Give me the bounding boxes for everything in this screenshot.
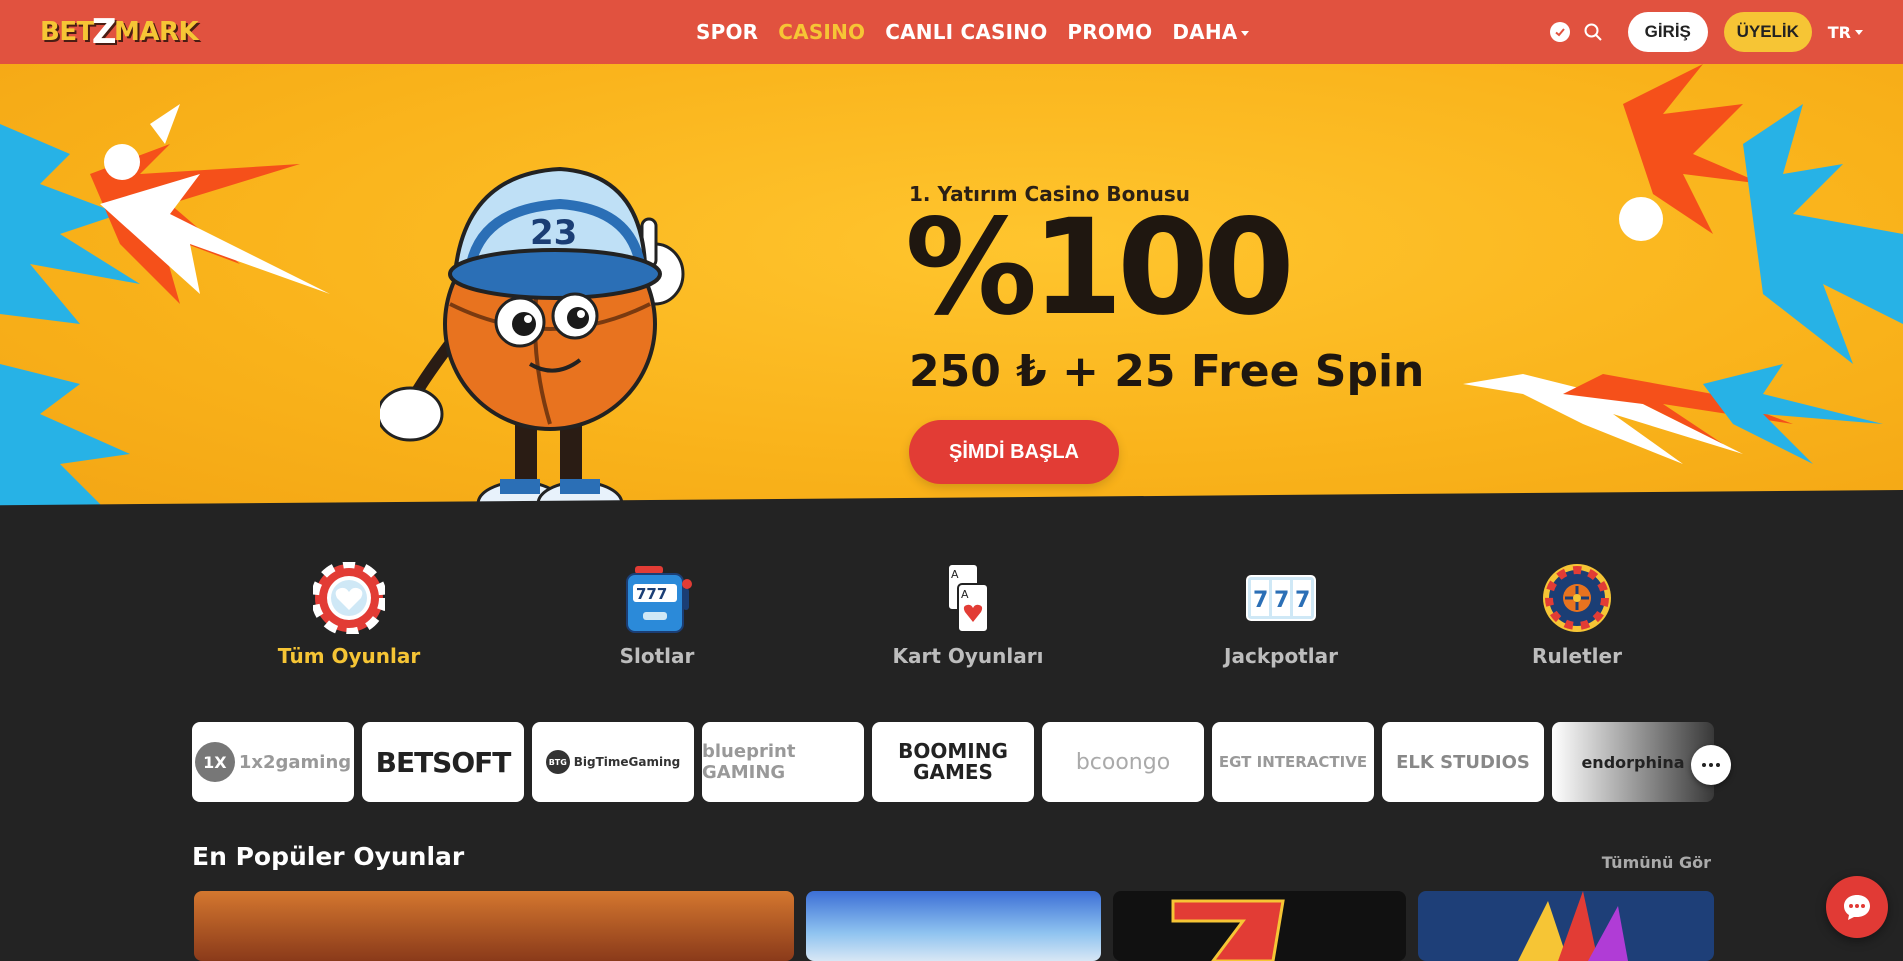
category-label: Tüm Oyunlar xyxy=(277,644,421,668)
game-categories: Tüm Oyunlar 777 Slotlar A A Kart Oyunlar… xyxy=(0,560,1903,680)
category-all-games[interactable]: Tüm Oyunlar xyxy=(249,560,449,668)
category-label: Jackpotlar xyxy=(1224,644,1338,668)
provider-name: BETSOFT xyxy=(375,745,512,779)
svg-text:7: 7 xyxy=(1274,588,1289,613)
provider-name: bcoongo xyxy=(1075,749,1171,775)
jackpot-777-icon: 7 7 7 xyxy=(1243,560,1319,636)
top-header: BET Z MARK SPOR CASINO CANLI CASINO PROM… xyxy=(0,0,1903,64)
provider-endorphina[interactable]: endorphina xyxy=(1552,722,1714,802)
hero-headline: %100 xyxy=(905,191,1295,345)
category-jackpots[interactable]: 7 7 7 Jackpotlar xyxy=(1181,560,1381,668)
nav-daha[interactable]: DAHA xyxy=(1172,20,1250,44)
language-label: TR xyxy=(1827,22,1851,42)
see-all-link[interactable]: Tümünü Gör xyxy=(1602,853,1711,872)
nav-promo[interactable]: PROMO xyxy=(1067,20,1152,44)
language-selector[interactable]: TR xyxy=(1828,23,1863,42)
main-nav: SPOR CASINO CANLI CASINO PROMO DAHA xyxy=(696,0,1250,64)
svg-text:777: 777 xyxy=(636,585,667,603)
provider-betsoft[interactable]: BETSOFT xyxy=(362,722,524,802)
hero-offer: 250 ₺ + 25 Free Spin xyxy=(909,346,1425,397)
provider-btg-badge-icon: BTG xyxy=(545,750,570,774)
category-slots[interactable]: 777 Slotlar xyxy=(557,560,757,668)
provider-name: BigTimeGaming xyxy=(573,755,681,769)
poker-chip-icon xyxy=(311,560,387,636)
category-label: Slotlar xyxy=(619,644,695,668)
nav-canli-casino[interactable]: CANLI CASINO xyxy=(885,20,1047,44)
chevron-down-icon xyxy=(1241,31,1250,36)
svg-text:7: 7 xyxy=(1253,588,1268,613)
chevron-down-icon xyxy=(1855,29,1863,35)
provider-name: endorphina xyxy=(1581,752,1685,772)
provider-booongo[interactable]: bcoongo xyxy=(1042,722,1204,802)
provider-1x2-badge-icon: 1X xyxy=(194,742,235,782)
provider-blueprint[interactable]: blueprint GAMING xyxy=(702,722,864,802)
logo-bolt: Z xyxy=(91,12,117,52)
provider-name: BOOMING GAMES xyxy=(898,739,1008,784)
category-label: Ruletler xyxy=(1532,644,1622,668)
live-chat-button[interactable] xyxy=(1826,876,1888,938)
logo-text-right: MARK xyxy=(113,17,199,47)
lightning-right-decoration xyxy=(1463,64,1903,464)
login-button[interactable]: GİRİŞ xyxy=(1627,12,1708,52)
playing-cards-icon: A A xyxy=(930,560,1006,636)
provider-bigtimegaming[interactable]: BTG BigTimeGaming xyxy=(532,722,694,802)
provider-1x2gaming[interactable]: 1X 1x2gaming xyxy=(192,722,354,802)
search-icon[interactable] xyxy=(1582,21,1604,43)
roulette-wheel-icon xyxy=(1539,560,1615,636)
provider-booming-games[interactable]: BOOMING GAMES xyxy=(872,722,1034,802)
header-actions: GİRİŞ ÜYELİK TR xyxy=(1549,0,1863,64)
svg-text:A: A xyxy=(961,588,969,601)
popular-games-title: En Popüler Oyunlar xyxy=(192,842,465,871)
lightning-left-decoration xyxy=(0,104,330,514)
provider-carousel: 1X 1x2gaming BETSOFT BTG BigTimeGaming b… xyxy=(192,722,1714,802)
dot-icon xyxy=(1716,763,1720,767)
category-roulettes[interactable]: Ruletler xyxy=(1477,560,1677,668)
category-label: Kart Oyunları xyxy=(892,644,1044,668)
basketball-mascot-image: 23 xyxy=(380,166,685,514)
provider-name: 1x2gaming xyxy=(238,751,352,773)
provider-name: EGT INTERACTIVE xyxy=(1218,753,1368,771)
check-icon[interactable] xyxy=(1549,22,1570,42)
site-logo[interactable]: BET Z MARK xyxy=(40,10,199,54)
svg-text:A: A xyxy=(951,568,959,581)
nav-spor[interactable]: SPOR xyxy=(696,20,758,44)
logo-text-left: BET xyxy=(40,17,94,47)
provider-elk-studios[interactable]: ELK STUDIOS xyxy=(1382,722,1544,802)
provider-name: ELK STUDIOS xyxy=(1396,751,1530,773)
mascot-cap-number: 23 xyxy=(530,213,577,253)
slot-machine-icon: 777 xyxy=(619,560,695,636)
more-providers-button[interactable] xyxy=(1691,745,1731,785)
signup-button[interactable]: ÜYELİK xyxy=(1723,12,1812,52)
category-card-games[interactable]: A A Kart Oyunları xyxy=(868,560,1068,668)
dot-icon xyxy=(1709,763,1713,767)
chat-bubble-icon xyxy=(1844,895,1870,920)
provider-egt[interactable]: EGT INTERACTIVE xyxy=(1212,722,1374,802)
dot-icon xyxy=(1702,763,1706,767)
nav-daha-label: DAHA xyxy=(1172,20,1238,44)
hero-banner[interactable]: 23 1. Yatırım Casino Bonusu %100 250 ₺ +… xyxy=(0,64,1903,514)
svg-text:7: 7 xyxy=(1295,588,1310,613)
nav-casino[interactable]: CASINO xyxy=(778,20,865,44)
provider-name: blueprint GAMING xyxy=(702,741,796,783)
start-now-button[interactable]: ŞİMDİ BAŞLA xyxy=(909,420,1119,484)
